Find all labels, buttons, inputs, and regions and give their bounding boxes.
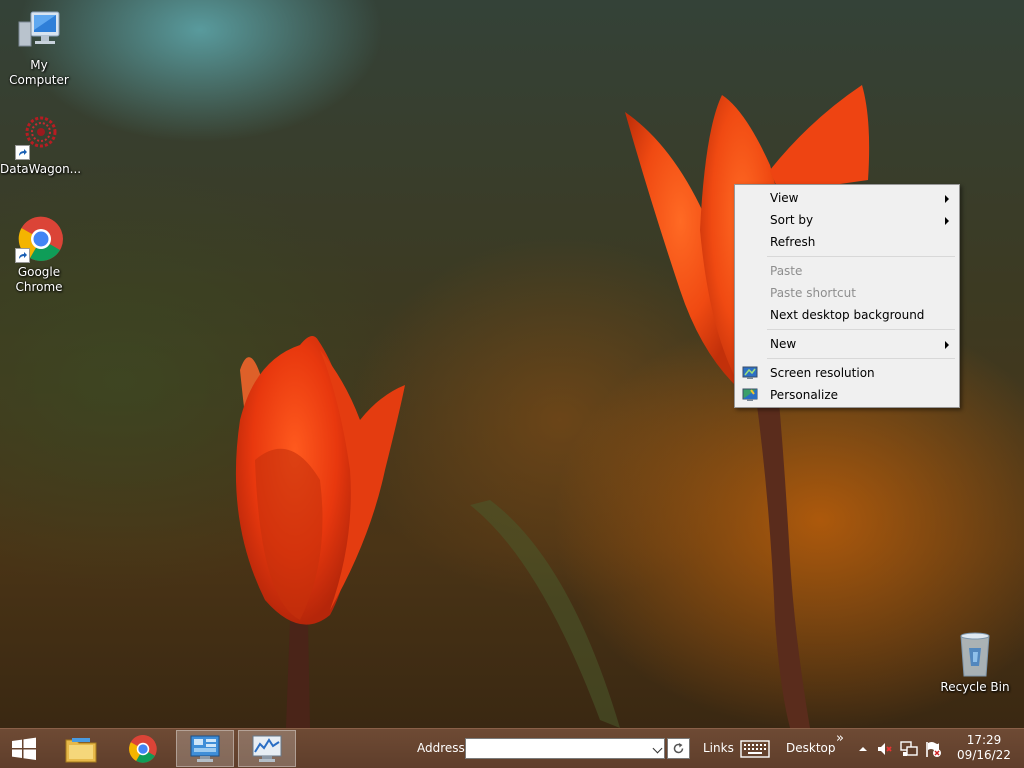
keyboard-icon: [740, 739, 770, 758]
menu-item-next-desktop-background[interactable]: Next desktop background: [737, 304, 957, 326]
desktop-icon-label: DataWagon...: [0, 162, 82, 176]
desktop-icon-label: My Computer: [9, 58, 69, 87]
menu-item-label: New: [770, 337, 797, 351]
control-panel-icon: [190, 735, 220, 762]
desktop-context-menu: View Sort by Refresh Paste Paste shortcu…: [734, 184, 960, 408]
shortcut-arrow-icon: [15, 248, 30, 263]
desktop-icon-my-computer[interactable]: My Computer: [0, 8, 78, 88]
address-input[interactable]: [465, 738, 665, 759]
computer-icon: [15, 8, 63, 56]
folder-icon: [65, 737, 97, 762]
menu-separator: [767, 358, 955, 359]
screen-resolution-icon: [742, 365, 758, 381]
taskbar-control-panel[interactable]: [176, 730, 234, 767]
taskbar-performance-monitor[interactable]: [238, 730, 296, 767]
volume-button[interactable]: [876, 740, 894, 758]
desktop-toolbar-label[interactable]: Desktop: [786, 729, 836, 768]
menu-item-screen-resolution[interactable]: Screen resolution: [737, 362, 957, 384]
menu-separator: [767, 329, 955, 330]
menu-item-label: Paste shortcut: [770, 286, 856, 300]
desktop-icon-datawagon[interactable]: DataWagon...: [0, 112, 82, 177]
menu-item-view[interactable]: View: [737, 187, 957, 209]
network-button[interactable]: [900, 740, 918, 758]
menu-item-label: Next desktop background: [770, 308, 925, 322]
menu-item-label: Screen resolution: [770, 366, 875, 380]
taskbar-file-explorer[interactable]: [53, 729, 109, 768]
menu-item-paste-shortcut: Paste shortcut: [737, 282, 957, 304]
menu-item-refresh[interactable]: Refresh: [737, 231, 957, 253]
touch-keyboard-button[interactable]: [738, 729, 772, 768]
recycle-bin-icon: [951, 630, 999, 678]
chrome-icon: [15, 215, 63, 263]
show-hidden-icons-button[interactable]: [854, 740, 872, 758]
menu-item-label: Personalize: [770, 388, 839, 402]
menu-item-label: Refresh: [770, 235, 816, 249]
clock-time: 17:29: [966, 733, 1002, 747]
menu-separator: [767, 256, 955, 257]
taskbar: Address Links Desktop » 17:29 09/16/22: [0, 728, 1024, 768]
submenu-arrow-icon: [945, 217, 949, 225]
toolbar-overflow-chevron[interactable]: »: [836, 719, 844, 758]
menu-item-label: Paste: [770, 264, 803, 278]
chevron-down-icon[interactable]: [652, 743, 663, 754]
desktop-icon-google-chrome[interactable]: Google Chrome: [0, 215, 78, 295]
show-hidden-icon: [859, 747, 867, 751]
menu-item-label: View: [770, 191, 799, 205]
taskbar-chrome[interactable]: [115, 729, 171, 768]
address-toolbar-label: Address: [417, 741, 465, 755]
datawagon-icon: [15, 112, 63, 160]
windows-logo-icon: [12, 737, 36, 760]
menu-item-paste: Paste: [737, 260, 957, 282]
refresh-icon: [673, 743, 684, 754]
menu-item-sort-by[interactable]: Sort by: [737, 209, 957, 231]
personalize-icon: [742, 387, 758, 403]
chrome-icon: [129, 734, 157, 763]
action-center-button[interactable]: [924, 740, 942, 758]
desktop-icon-label: Recycle Bin: [940, 680, 1010, 694]
taskbar-clock[interactable]: 17:29 09/16/22: [952, 733, 1016, 763]
submenu-arrow-icon: [945, 341, 949, 349]
action-center-flag-icon: [926, 742, 941, 757]
start-button[interactable]: [0, 729, 48, 768]
menu-item-personalize[interactable]: Personalize: [737, 384, 957, 406]
submenu-arrow-icon: [945, 195, 949, 203]
performance-monitor-icon: [252, 735, 282, 762]
menu-item-label: Sort by: [770, 213, 814, 227]
volume-muted-icon: [878, 743, 892, 755]
desktop-icon-recycle-bin[interactable]: Recycle Bin: [936, 630, 1014, 695]
clock-date: 09/16/22: [957, 748, 1011, 762]
address-go-button[interactable]: [667, 738, 690, 759]
shortcut-arrow-icon: [15, 145, 30, 160]
menu-item-new[interactable]: New: [737, 333, 957, 355]
desktop-icon-label: Google Chrome: [15, 265, 63, 294]
links-toolbar-label[interactable]: Links: [703, 729, 734, 768]
network-icon: [900, 741, 918, 756]
